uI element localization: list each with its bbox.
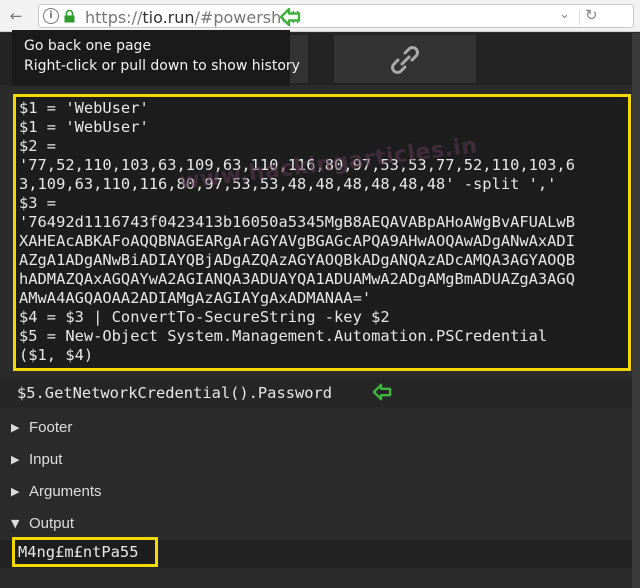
browser-toolbar: ← i https://tio.run/#powershell ⌄ ↻ xyxy=(0,0,640,32)
code-line: $5 = New-Object System.Management.Automa… xyxy=(19,327,548,345)
code-line: $4 = $3 | ConvertTo-SecureString -key $2 xyxy=(19,308,390,326)
code-line: '76492d1116743f0423413b16050a5345MgB8AEQ… xyxy=(19,213,575,231)
section-label: Footer xyxy=(29,419,73,436)
output-value: M4ng£m£ntPa55 xyxy=(18,543,139,561)
scrollbar[interactable] xyxy=(632,33,640,588)
divider xyxy=(579,9,580,25)
section-output[interactable]: ▼ Output xyxy=(0,510,632,540)
code-line: AMwA4AGQAOAA2ADIAMgAzAGIAYgAxADMANAA=' xyxy=(19,289,381,307)
tooltip-line-2: Right-click or pull down to show history xyxy=(24,58,300,74)
url-field[interactable]: i https://tio.run/#powershell ⌄ ↻ xyxy=(38,4,634,28)
code-line: $3 = xyxy=(19,194,57,212)
code-line: 3,109,63,110,116,80,97,53,53,48,48,48,48… xyxy=(19,175,557,193)
section-label: Arguments xyxy=(29,483,102,500)
chevron-down-icon[interactable]: ⌄ xyxy=(559,7,570,22)
back-tooltip: Go back one page Right-click or pull dow… xyxy=(12,30,300,86)
footer-code-text: $5.GetNetworkCredential().Password xyxy=(17,384,333,402)
footer-code-field[interactable]: $5.GetNetworkCredential().Password xyxy=(0,378,632,408)
arrow-left-icon xyxy=(372,383,392,401)
chevron-down-icon: ▼ xyxy=(11,517,20,530)
chevron-right-icon: ▶ xyxy=(11,485,20,498)
section-label: Output xyxy=(29,515,75,532)
info-icon[interactable]: i xyxy=(43,8,59,24)
code-line: hADMAZQAxAGQAYwA2AGIANQA3ADUAYQA1ADUAMwA… xyxy=(19,270,575,288)
code-line: $1 = 'WebUser' xyxy=(19,99,149,117)
chevron-right-icon: ▶ xyxy=(11,453,20,466)
lock-icon xyxy=(64,10,75,23)
section-label: Input xyxy=(29,451,63,468)
code-line: XAHEAcABKAFoAQQBNAGEARgArAGYAVgBGAGcAPQA… xyxy=(19,232,575,250)
tooltip-line-1: Go back one page xyxy=(24,38,152,54)
url-prefix: https:// xyxy=(85,8,143,27)
section-input[interactable]: ▶ Input xyxy=(0,446,632,476)
chevron-right-icon: ▶ xyxy=(11,421,20,434)
section-arguments[interactable]: ▶ Arguments xyxy=(0,478,632,508)
code-line: $1 = 'WebUser' xyxy=(19,118,149,136)
reload-icon[interactable]: ↻ xyxy=(585,6,598,24)
url-host: tio.run xyxy=(142,8,195,27)
permalink-button[interactable] xyxy=(334,35,476,83)
link-icon xyxy=(391,46,419,74)
code-line: ($1, $4) xyxy=(19,346,94,364)
url-text: https://tio.run/#powershell xyxy=(85,8,300,27)
code-line: AZgA1ADgANwBiADIAYQBjADgAZQAzAGYAOQBkADg… xyxy=(19,251,575,269)
code-editor[interactable]: $1 = 'WebUser' $1 = 'WebUser' $2 = '77,5… xyxy=(13,94,631,371)
section-footer[interactable]: ▶ Footer xyxy=(0,414,632,444)
back-button[interactable]: ← xyxy=(6,6,26,26)
output-value-box: M4ng£m£ntPa55 xyxy=(12,537,158,567)
arrow-left-icon xyxy=(279,7,301,27)
